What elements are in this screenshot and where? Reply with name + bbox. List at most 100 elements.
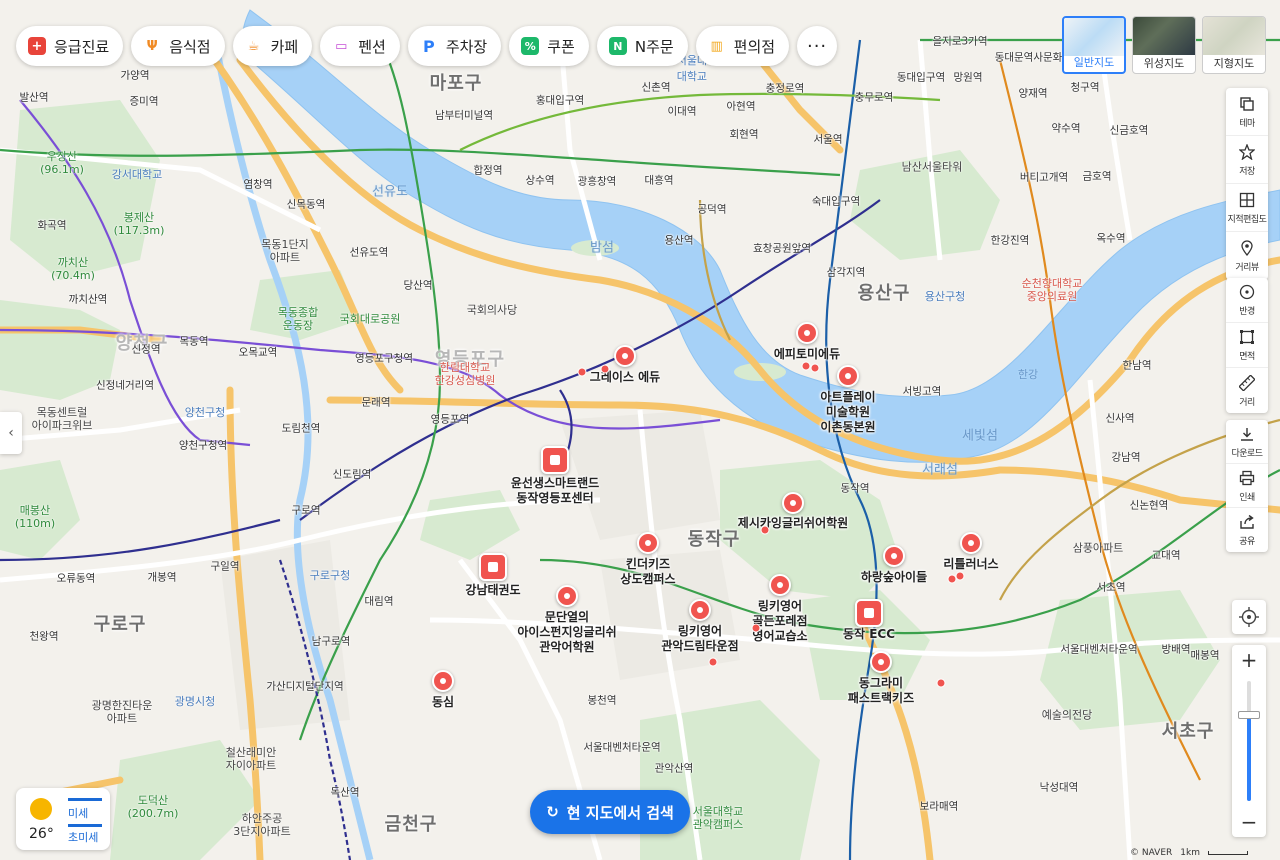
station-label[interactable]: 청구역	[1071, 80, 1100, 95]
station-label[interactable]: 충무로역	[855, 90, 894, 105]
station-label[interactable]: 교대역	[1152, 548, 1181, 563]
station-label[interactable]: 이대역	[668, 104, 697, 119]
zoom-slider-handle[interactable]	[1238, 710, 1260, 719]
more-button[interactable]: ···	[797, 26, 838, 66]
tool-download[interactable]: 다운로드	[1226, 420, 1268, 464]
station-label[interactable]: 한남역	[1123, 358, 1152, 373]
map-canvas[interactable]: 마포구 용산구 동작구 구로구 금천구 서초구 영등포구 양천구 선유도 밤섬 …	[0, 0, 1280, 860]
station-label[interactable]: 신금호역	[1110, 123, 1149, 138]
station-label[interactable]: 공덕역	[698, 202, 727, 217]
marker-dot[interactable]	[936, 678, 946, 688]
station-label[interactable]: 선유도역	[350, 245, 389, 260]
station-label[interactable]: 방배역	[1162, 642, 1191, 657]
station-label[interactable]: 강남역	[1112, 450, 1141, 465]
station-label[interactable]: 옥수역	[1097, 231, 1126, 246]
station-label[interactable]: 서초역	[1097, 580, 1126, 595]
station-label[interactable]: 오류동역	[57, 571, 96, 586]
chip-parking[interactable]: P 주차장	[407, 26, 502, 66]
station-label[interactable]: 낙성대역	[1040, 780, 1079, 795]
station-label[interactable]: 매봉역	[1191, 648, 1220, 663]
park-label[interactable]: 까치산 (70.4m)	[51, 256, 95, 282]
station-label[interactable]: 홍대입구역	[536, 93, 584, 108]
tool-cadastral[interactable]: 지적편집도	[1226, 184, 1268, 232]
station-label[interactable]: 까치산역	[69, 292, 108, 307]
station-label[interactable]: 서울대벤처타운역	[583, 740, 660, 755]
station-label[interactable]: 구로역	[292, 503, 321, 518]
station-label[interactable]: 버티고개역	[1020, 170, 1068, 185]
landmark-label[interactable]: 남산서울타워	[902, 161, 963, 174]
station-label[interactable]: 도림천역	[282, 421, 321, 436]
station-label[interactable]: 가산디지털단지역	[266, 679, 343, 694]
station-label[interactable]: 오목교역	[239, 345, 278, 360]
station-label[interactable]: 망원역	[954, 70, 983, 85]
maptype-terrain[interactable]: 지형지도	[1202, 16, 1266, 74]
park-label[interactable]: 국회대로공원	[340, 313, 401, 326]
tool-distance[interactable]: 거리	[1226, 368, 1268, 413]
station-label[interactable]: 양재역	[1019, 86, 1048, 101]
station-label[interactable]: 신정역	[132, 342, 161, 357]
station-label[interactable]: 대흥역	[645, 173, 674, 188]
station-label[interactable]: 신사역	[1106, 411, 1135, 426]
zoom-in-button[interactable]: +	[1232, 645, 1266, 675]
station-label[interactable]: 상수역	[526, 173, 555, 188]
poi-label[interactable]: 양천구청	[185, 404, 225, 420]
station-label[interactable]: 증미역	[130, 94, 159, 109]
hospital-label[interactable]: 순천향대학교 중앙의료원	[1022, 277, 1083, 303]
station-label[interactable]: 봉천역	[588, 693, 617, 708]
tool-theme[interactable]: 테마	[1226, 88, 1268, 136]
tool-print[interactable]: 인쇄	[1226, 464, 1268, 508]
station-label[interactable]: 가양역	[121, 68, 150, 83]
station-label[interactable]: 천왕역	[30, 629, 59, 644]
station-label[interactable]: 개봉역	[148, 570, 177, 585]
marker-dot[interactable]	[801, 361, 811, 371]
park-label[interactable]: 서울대학교 관악캠퍼스	[693, 805, 744, 831]
marker-dot[interactable]	[577, 367, 587, 377]
station-label[interactable]: 신논현역	[1130, 498, 1169, 513]
tool-radius[interactable]: 반경	[1226, 278, 1268, 323]
station-label[interactable]: 한강진역	[991, 233, 1030, 248]
tool-save[interactable]: 저장	[1226, 136, 1268, 184]
landmark-label[interactable]: 예술의전당	[1042, 709, 1093, 722]
station-label[interactable]: 동대입구역	[897, 70, 945, 85]
chip-norder[interactable]: N N주문	[596, 26, 688, 66]
landmark-label[interactable]: 삼풍아파트	[1073, 542, 1124, 555]
station-label[interactable]: 금호역	[1083, 169, 1112, 184]
park-label[interactable]: 매봉산 (110m)	[15, 504, 55, 530]
station-label[interactable]: 광흥창역	[578, 174, 617, 189]
park-label[interactable]: 도덕산 (200.7m)	[128, 794, 179, 820]
tool-streetview[interactable]: 거리뷰	[1226, 232, 1268, 280]
station-label[interactable]: 신도림역	[333, 467, 372, 482]
search-this-area-button[interactable]: ↻ 현 지도에서 검색	[530, 790, 690, 834]
marker-dot[interactable]	[600, 364, 610, 374]
station-label[interactable]: 회현역	[730, 127, 759, 142]
landmark-label[interactable]: 광명한진타운 아파트	[92, 699, 153, 725]
landmark-label[interactable]: 목동1단지 아파트	[261, 238, 308, 264]
station-label[interactable]: 서울대벤처타운역	[1060, 642, 1137, 657]
marker-dot[interactable]	[708, 657, 718, 667]
station-label[interactable]: 서빙고역	[903, 384, 942, 399]
station-label[interactable]: 효창공원앞역	[753, 241, 811, 256]
tool-area[interactable]: 면적	[1226, 323, 1268, 368]
chip-coupon[interactable]: % 쿠폰	[509, 26, 589, 66]
station-label[interactable]: 양천구청역	[179, 438, 227, 453]
station-label[interactable]: 합정역	[474, 163, 503, 178]
station-label[interactable]: 남부터미널역	[435, 108, 493, 123]
chip-emergency[interactable]: + 응급진료	[16, 26, 124, 66]
locate-me-button[interactable]	[1232, 600, 1266, 634]
chip-pension[interactable]: ▭ 펜션	[320, 26, 400, 66]
station-label[interactable]: 신목동역	[287, 197, 326, 212]
park-label[interactable]: 우장산 (96.1m)	[40, 150, 84, 176]
station-label[interactable]: 화곡역	[38, 218, 67, 233]
station-label[interactable]: 발산역	[20, 90, 49, 105]
hospital-label[interactable]: 한림대학교 한강성심병원	[435, 361, 496, 387]
station-label[interactable]: 동작역	[841, 481, 870, 496]
station-label[interactable]: 을지로3가역	[933, 34, 988, 49]
station-label[interactable]: 문래역	[362, 395, 391, 410]
chip-cafe[interactable]: ☕ 카페	[232, 26, 313, 66]
marker-dot[interactable]	[955, 571, 965, 581]
maptype-normal[interactable]: 일반지도	[1062, 16, 1126, 74]
park-label[interactable]: 봉제산 (117.3m)	[114, 211, 165, 237]
weather-widget[interactable]: 26° 미세 초미세	[16, 788, 110, 850]
landmark-label[interactable]: 철산래미안 자이아파트	[226, 746, 277, 772]
station-label[interactable]: 염창역	[244, 177, 273, 192]
